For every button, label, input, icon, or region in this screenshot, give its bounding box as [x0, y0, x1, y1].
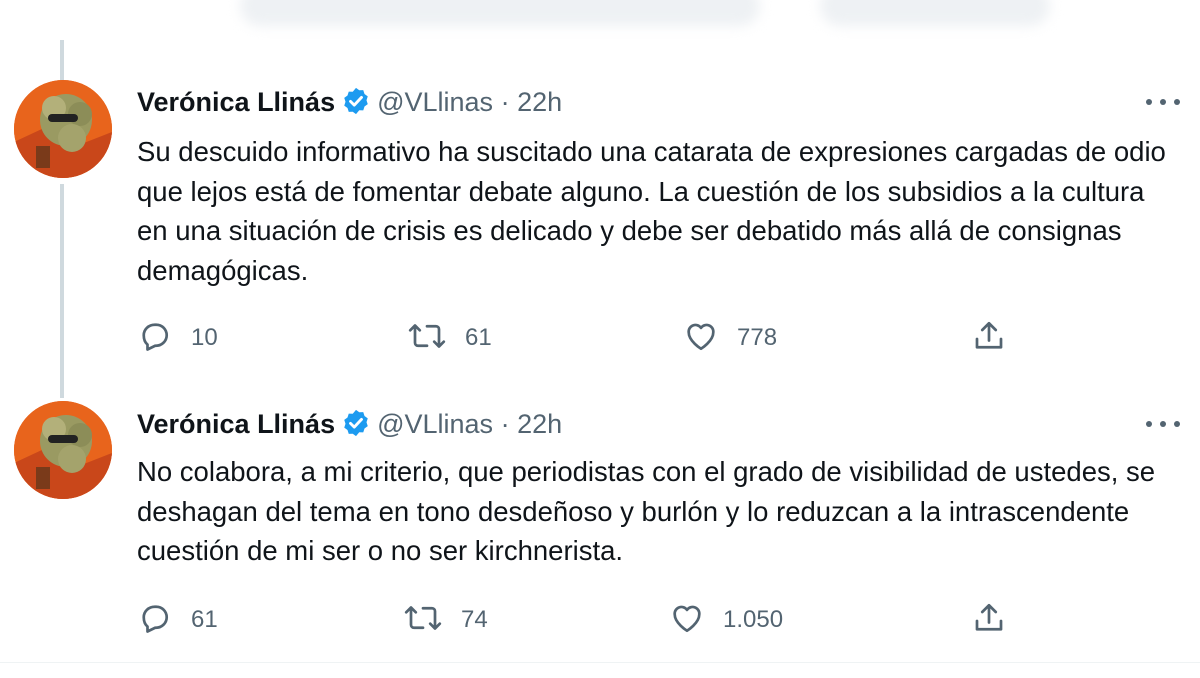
share-button[interactable] [971, 600, 1007, 640]
reply-icon [137, 318, 173, 359]
tweet-header: Verónica Llinás @VLlinas · 22h [137, 407, 562, 446]
separator-dot: · [500, 409, 510, 439]
like-count: 778 [737, 324, 778, 351]
divider [0, 662, 1200, 663]
avatar[interactable] [14, 401, 112, 499]
more-icon[interactable] [1146, 92, 1180, 112]
retweet-count: 74 [461, 606, 488, 633]
retweet-icon [403, 600, 443, 641]
blurred-content [240, 0, 760, 26]
top-cut-off-area [0, 0, 1200, 42]
reply-count: 61 [191, 606, 218, 633]
like-icon [683, 318, 719, 359]
retweet-button[interactable]: 61 [407, 318, 492, 358]
tweet-actions: 61 74 1.050 [137, 600, 1137, 640]
share-icon [971, 318, 1007, 359]
retweet-icon [407, 318, 447, 359]
blurred-content [820, 0, 1050, 26]
timestamp[interactable]: 22h [517, 87, 562, 117]
user-handle[interactable]: @VLlinas [377, 409, 493, 439]
user-name[interactable]: Verónica Llinás [137, 87, 335, 117]
like-count: 1.050 [723, 606, 784, 633]
like-button[interactable]: 778 [683, 318, 777, 358]
separator-dot: · [500, 87, 510, 117]
more-icon[interactable] [1146, 414, 1180, 434]
thread-connector-line [60, 40, 64, 80]
tweet-header: Verónica Llinás @VLlinas · 22h [137, 85, 562, 124]
thread-connector-line [60, 184, 64, 398]
avatar[interactable] [14, 80, 112, 178]
timestamp[interactable]: 22h [517, 409, 562, 439]
retweet-count: 61 [465, 324, 492, 351]
verified-badge-icon [341, 408, 371, 446]
user-name[interactable]: Verónica Llinás [137, 409, 335, 439]
share-button[interactable] [971, 318, 1007, 358]
retweet-button[interactable]: 74 [403, 600, 488, 640]
tweet-text: Su descuido informativo ha suscitado una… [137, 136, 1166, 286]
reply-button[interactable]: 61 [137, 600, 218, 640]
verified-badge-icon [341, 86, 371, 124]
tweet-text: No colabora, a mi criterio, que periodis… [137, 456, 1156, 566]
like-button[interactable]: 1.050 [669, 600, 783, 640]
tweet-actions: 10 61 778 [137, 318, 1137, 358]
like-icon [669, 600, 705, 641]
reply-button[interactable]: 10 [137, 318, 218, 358]
user-handle[interactable]: @VLlinas [377, 87, 493, 117]
reply-icon [137, 600, 173, 641]
reply-count: 10 [191, 324, 218, 351]
share-icon [971, 600, 1007, 641]
